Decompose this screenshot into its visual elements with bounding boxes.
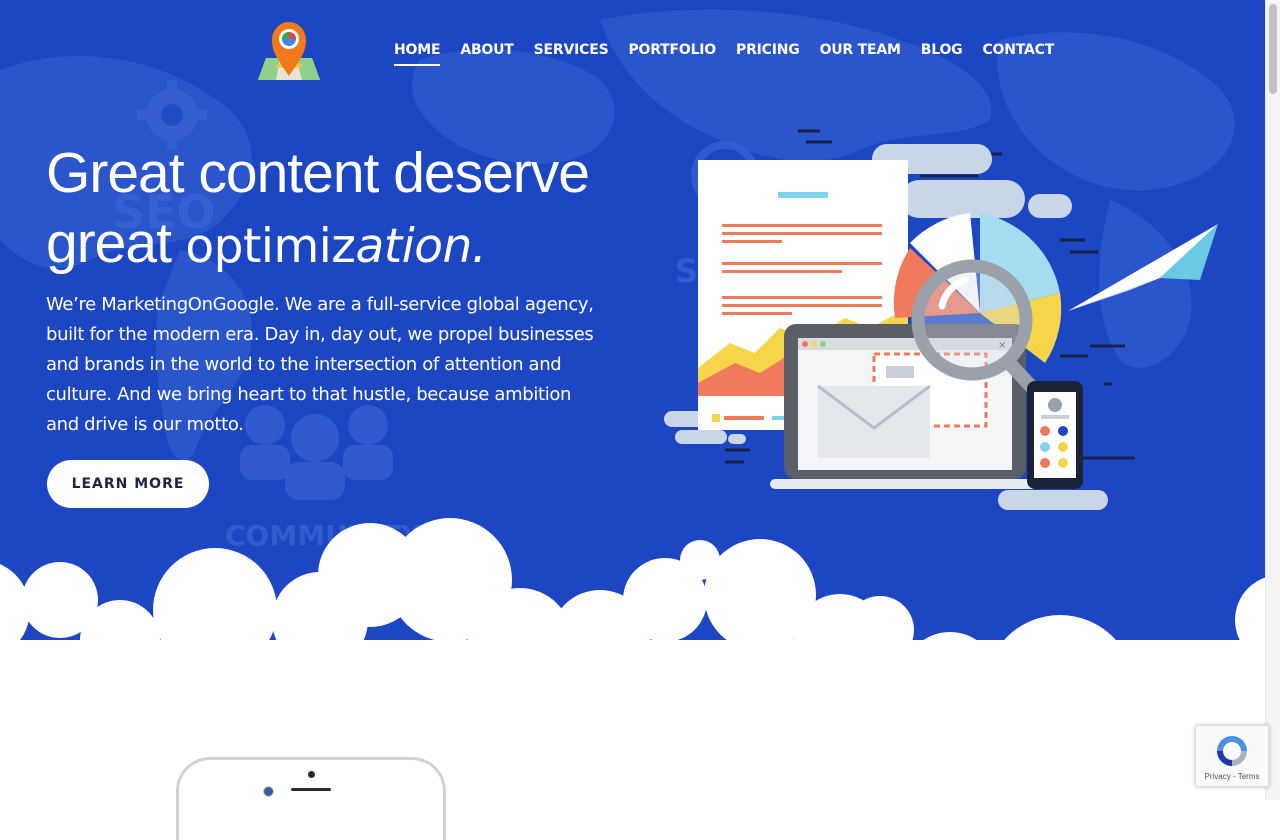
scrollbar-thumb[interactable] — [1269, 4, 1277, 94]
recaptcha-privacy-link[interactable]: Privacy — [1205, 772, 1231, 781]
recaptcha-badge[interactable]: Privacy - Terms — [1195, 725, 1269, 787]
recaptcha-separator: - — [1230, 772, 1238, 781]
phone-mockup — [176, 757, 446, 840]
recaptcha-links: Privacy - Terms — [1196, 772, 1268, 781]
recaptcha-terms-link[interactable]: Terms — [1238, 772, 1260, 781]
page-scrollbar[interactable] — [1265, 0, 1280, 800]
phone-sensor — [263, 786, 274, 797]
recaptcha-icon — [1217, 736, 1247, 766]
hero-clouds — [0, 518, 1265, 800]
hero-section: SEO SMM COMMUNITY HOME ABOUT SERVICES PO… — [0, 0, 1265, 800]
phone-speaker — [291, 788, 331, 791]
phone-camera — [308, 771, 315, 778]
